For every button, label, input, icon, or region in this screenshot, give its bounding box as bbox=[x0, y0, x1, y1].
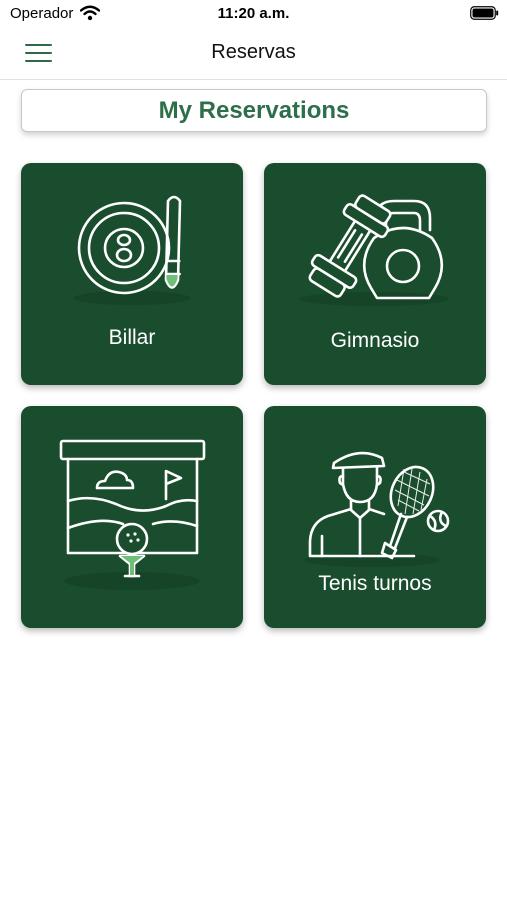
tile-label-tenis: Tenis turnos bbox=[318, 572, 432, 595]
golf-course-icon bbox=[59, 439, 206, 590]
tile-golf[interactable] bbox=[21, 406, 243, 628]
page-title: Reservas bbox=[211, 41, 296, 63]
tile-billar[interactable]: Billar bbox=[21, 163, 243, 385]
status-time: 11:20 a.m. bbox=[217, 5, 290, 22]
battery-icon bbox=[470, 6, 499, 20]
tile-tenis[interactable]: Tenis turnos bbox=[264, 406, 486, 628]
navigation-bar: Reservas bbox=[0, 28, 507, 80]
my-reservations-button[interactable]: My Reservations bbox=[21, 89, 487, 132]
billiard-ball-icon bbox=[74, 195, 190, 305]
tile-label-gimnasio: Gimnasio bbox=[330, 329, 420, 352]
tile-gimnasio[interactable]: Gimnasio bbox=[264, 163, 486, 385]
status-bar: Operador 11:20 a.m. bbox=[0, 0, 507, 28]
tile-label-billar: Billar bbox=[108, 326, 156, 349]
